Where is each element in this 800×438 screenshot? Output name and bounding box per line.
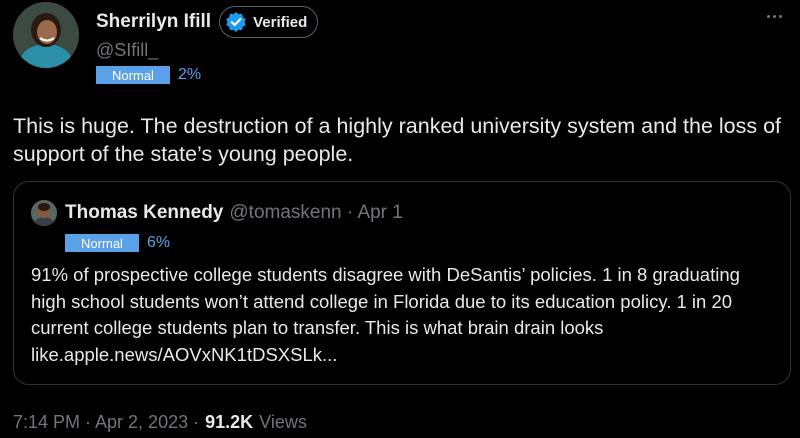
quote-label-badge: Normal [65,234,139,252]
quote-label-row: Normal 6% [65,234,170,252]
tweet-footer: 7:14 PM · Apr 2, 2023 · 91.2K Views [13,412,307,433]
more-dot [778,14,782,18]
quote-handle-date[interactable]: @tomaskenn · Apr 1 [229,202,402,224]
quoted-tweet[interactable]: Thomas Kennedy @tomaskenn · Apr 1 Normal… [13,181,791,385]
author-name-row: Sherrilyn Ifill Verified [96,6,319,38]
verified-badge[interactable]: Verified [219,6,319,38]
more-options-icon[interactable] [762,8,786,24]
author-handle[interactable]: @SIfill_ [96,40,158,61]
verified-label: Verified [253,13,308,31]
views-count: 91.2K [205,412,254,432]
author-label-badge: Normal [96,66,170,84]
author-label-percent: 2% [178,66,202,83]
author-label-row: Normal 2% [96,66,201,84]
more-dot [766,14,770,18]
quote-author-name[interactable]: Thomas Kennedy [65,202,223,224]
author-avatar[interactable] [13,2,79,68]
quote-header: Thomas Kennedy @tomaskenn · Apr 1 [65,202,403,224]
quote-label-percent: 6% [147,234,171,251]
more-dot [772,14,776,18]
tweet-text: This is huge. The destruction of a highl… [13,114,782,166]
author-display-name[interactable]: Sherrilyn Ifill [96,11,211,33]
views-label: Views [259,412,307,432]
quote-text: 91% of prospective college students disa… [31,264,740,365]
verified-badge-icon [226,12,246,32]
tweet-timestamp[interactable]: 7:14 PM · Apr 2, 2023 · [13,412,199,433]
quote-author-avatar[interactable] [31,200,57,226]
